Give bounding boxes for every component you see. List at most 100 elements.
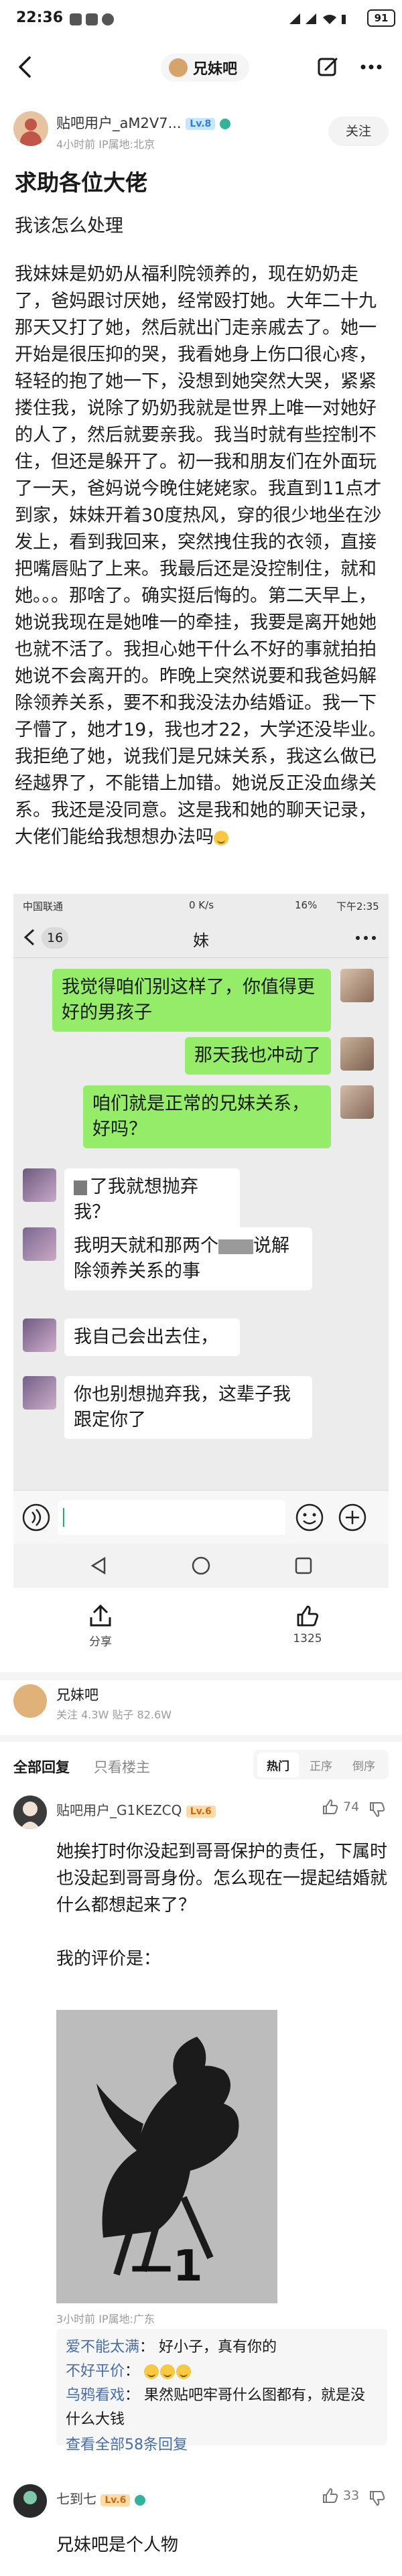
chat-bubble-them: 了我就想抛弃我？	[64, 1168, 240, 1231]
comment-text: 她挨打时你没起到哥哥保护的责任，下属时也没起到哥哥身份。怎么现在一提起结婚就什么…	[56, 1842, 388, 1915]
forum-card[interactable]: 兄妹吧 关注 4.3W 贴子 82.6W	[0, 1682, 402, 1733]
top-nav: 兄妹吧	[0, 43, 402, 91]
thumb-up-icon	[297, 1605, 319, 1627]
verified-icon	[134, 2494, 145, 2506]
chat-status-bar: 中国联通 0 K/s 16% 下午2:35	[23, 899, 379, 912]
laugh-emoji-icon	[144, 2364, 159, 2379]
tab-all-replies[interactable]: 全部回复	[13, 1757, 70, 1777]
commenter-name[interactable]: 七到七	[56, 2491, 96, 2507]
chat-screenshot: 中国联通 0 K/s 16% 下午2:35 16 妹 我觉得咱们别这样了，你值得…	[13, 894, 389, 1588]
battery-indicator: 91	[367, 9, 395, 27]
sub-reply[interactable]: 乌鸦看戏： 果然贴吧牢哥什么图都有，就是没什么大钱	[66, 2384, 378, 2432]
nav-home-icon[interactable]	[191, 1556, 211, 1576]
comment-like-button[interactable]: 74	[322, 1798, 359, 1816]
chat-bubble-me: 咱们就是正常的兄妹关系，好吗？	[83, 1085, 331, 1148]
forum-card-stats: 关注 4.3W 贴子 82.6W	[56, 1708, 172, 1721]
commenter-avatar[interactable]	[13, 1795, 47, 1829]
commenter-level-badge: Lv.6	[186, 1805, 216, 1818]
chat-bubble-me: 我觉得咱们别这样了，你值得更好的男孩子	[52, 969, 331, 1032]
sort-asc[interactable]: 正序	[300, 1753, 342, 1777]
chat-text-input[interactable]	[58, 1500, 285, 1535]
thumb-down-icon[interactable]	[368, 1801, 387, 1820]
follow-button[interactable]: 关注	[328, 117, 389, 146]
sort-desc[interactable]: 倒序	[343, 1753, 385, 1777]
post-paragraph: 我该怎么处理	[15, 216, 123, 236]
contact-avatar	[23, 1318, 56, 1352]
my-avatar	[340, 969, 374, 1002]
voice-icon[interactable]	[21, 1503, 51, 1532]
reply-tabs: 全部回复 只看楼主 热门 正序 倒序	[0, 1747, 402, 1785]
like-button[interactable]: 1325	[284, 1603, 331, 1645]
sub-replies: 爱不能太满： 好小子，真有你的 不好平价： 乌鸦看戏： 果然贴吧牢哥什么图都有，…	[56, 2329, 387, 2453]
meme-image[interactable]: —1	[56, 2010, 277, 2303]
comment-item: 七到七 Lv.6 33 兄妹吧是个人物	[0, 2482, 402, 2575]
forum-avatar	[13, 1684, 47, 1718]
my-avatar	[340, 1037, 374, 1071]
author-avatar[interactable]	[13, 111, 48, 146]
contact-avatar	[23, 1168, 56, 1202]
author-level-badge: Lv.8	[186, 118, 216, 130]
author-name[interactable]: 贴吧用户_aM2V7...	[56, 115, 182, 131]
comment-like-button[interactable]: 33	[322, 2487, 359, 2504]
post-author-row: 贴吧用户_aM2V7... Lv.8 4小时前 IP属地:北京 关注	[0, 107, 402, 161]
chat-contact-name: 妹	[193, 931, 209, 950]
commenter-name[interactable]: 贴吧用户_G1KEZCQ	[56, 1802, 182, 1818]
post-actions: 分享 1325	[0, 1596, 402, 1663]
share-button[interactable]: 分享	[79, 1603, 122, 1649]
chat-menu-icon[interactable]	[354, 931, 378, 945]
sub-reply[interactable]: 爱不能太满： 好小子，真有你的	[66, 2335, 378, 2360]
chat-input-bar	[13, 1490, 389, 1544]
more-icon[interactable]	[359, 55, 383, 79]
status-time: 22:36	[16, 9, 64, 26]
laugh-emoji-icon	[160, 2364, 176, 2379]
view-all-replies-link[interactable]: 查看全部58条回复	[66, 2433, 378, 2457]
verified-icon	[219, 119, 230, 129]
android-nav-bar	[13, 1544, 389, 1588]
post-body: 我该怎么处理 我妹妹是奶奶从福利院领养的，现在奶奶走了，爸妈跟讨厌她，经常殴打她…	[15, 213, 387, 872]
forum-card-name: 兄妹吧	[56, 1687, 98, 1703]
thumb-down-icon[interactable]	[368, 2490, 387, 2508]
section-divider	[0, 1672, 402, 1680]
forum-logo	[169, 58, 188, 77]
commenter-avatar[interactable]	[13, 2484, 47, 2518]
contact-avatar	[23, 1376, 56, 1410]
meme-caption: —1	[130, 2242, 203, 2291]
laugh-emoji-icon	[176, 2364, 192, 2379]
share-icon	[90, 1604, 111, 1627]
back-icon[interactable]	[13, 55, 38, 79]
commenter-level-badge: Lv.6	[100, 2494, 131, 2506]
forum-pill-name: 兄妹吧	[193, 61, 238, 78]
chat-bubble-them: 我自己会出去住，	[64, 1318, 240, 1356]
sort-hot[interactable]: 热门	[257, 1752, 299, 1777]
chat-bubble-them: 我明天就和那两个 说解除领养关系的事	[64, 1227, 312, 1290]
pixelated-text	[218, 1239, 253, 1254]
thumb-up-icon	[323, 1799, 338, 1814]
my-avatar	[340, 1085, 374, 1119]
nav-back-icon[interactable]	[88, 1556, 109, 1576]
comment-text: 我的评价是：	[56, 1949, 161, 1969]
thumb-up-icon	[323, 2488, 338, 2503]
pray-emoji-icon	[214, 830, 228, 845]
sort-toggle: 热门 正序 倒序	[253, 1750, 389, 1779]
status-bar: 22:36 91	[0, 0, 402, 38]
comment-text: 兄妹吧是个人物	[56, 2535, 179, 2555]
comment-meta: 3小时前 IP属地:广东	[56, 2313, 155, 2325]
pixelated-text	[74, 1180, 87, 1195]
chat-bubble-me: 那天我也冲动了	[185, 1037, 331, 1075]
chat-bubble-them: 你也别想抛弃我，这辈子我跟定你了	[64, 1376, 312, 1439]
chat-header: 16 妹	[13, 918, 389, 958]
contact-avatar	[23, 1227, 56, 1261]
plus-icon[interactable]	[338, 1503, 367, 1532]
signal-wifi-icons	[289, 13, 346, 24]
emoji-icon[interactable]	[295, 1503, 324, 1532]
notification-icons	[70, 13, 114, 25]
screen: 22:36 91 兄妹吧 贴吧用户_aM2V7... Lv.8 4小时前 IP属…	[0, 0, 402, 2576]
nav-recents-icon[interactable]	[293, 1556, 314, 1576]
post-paragraph: 我妹妹是奶奶从福利院领养的，现在奶奶走了，爸妈跟讨厌她，经常殴打她。大年二十九那…	[15, 264, 387, 848]
tab-op-only[interactable]: 只看楼主	[94, 1757, 150, 1777]
edit-icon[interactable]	[316, 55, 340, 79]
forum-pill[interactable]: 兄妹吧	[161, 54, 250, 82]
sub-reply[interactable]: 不好平价：	[66, 2360, 378, 2384]
post-meta: 4小时前 IP属地:北京	[56, 138, 155, 151]
post-title: 求助各位大佬	[15, 170, 147, 196]
